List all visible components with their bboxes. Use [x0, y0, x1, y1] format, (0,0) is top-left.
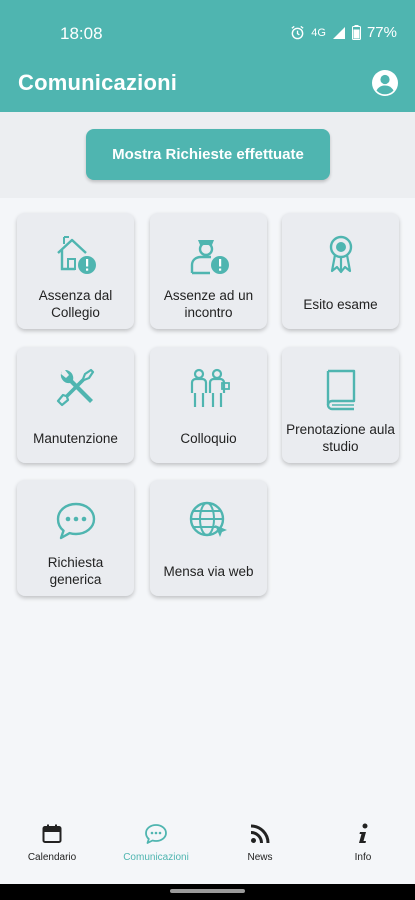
- requests-area: Mostra Richieste effettuate: [0, 112, 415, 198]
- tile-mensa-web[interactable]: Mensa via web: [150, 480, 267, 596]
- chat-bubble-icon: [56, 502, 96, 540]
- show-requests-button[interactable]: Mostra Richieste effettuate: [86, 129, 330, 180]
- nav-label: News: [247, 852, 273, 863]
- tile-label: Colloquio: [180, 430, 237, 446]
- tile-label: Mensa via web: [163, 563, 254, 579]
- award-ribbon-icon: [329, 235, 353, 274]
- tile-label: Prenotazione aula studio: [286, 422, 395, 454]
- nav-label: Info: [354, 852, 372, 863]
- alarm-icon: [291, 25, 304, 40]
- wrench-screwdriver-icon: [56, 368, 95, 407]
- battery-level: 77%: [366, 24, 397, 41]
- page-title: Comunicazioni: [18, 70, 178, 95]
- tile-label: Assenze ad un incontro: [163, 288, 254, 320]
- house-alert-icon: [57, 236, 96, 274]
- status-time: 18:08: [60, 24, 103, 43]
- meeting-people-icon: [190, 368, 230, 407]
- calendar-icon: [42, 824, 62, 843]
- nav-label: Calendario: [27, 852, 77, 863]
- tile-label: Esito esame: [303, 296, 378, 312]
- tile-label: Richiesta generica: [47, 555, 104, 587]
- tile-label: Manutenzione: [33, 430, 118, 446]
- bottom-navigation: Calendario Comunicazioni News Info: [0, 808, 415, 884]
- app-bar: Comunicazioni: [0, 66, 415, 112]
- tile-assenza-collegio[interactable]: Assenza dal Collegio: [17, 213, 134, 329]
- tile-richiesta-generica[interactable]: Richiesta generica: [17, 480, 134, 596]
- nav-item-news[interactable]: News: [208, 822, 312, 863]
- tile-assenze-incontro[interactable]: Assenze ad un incontro: [150, 213, 267, 329]
- status-bar: 18:08 4G 77%: [0, 0, 415, 66]
- rss-icon: [250, 824, 270, 844]
- book-icon: [326, 369, 356, 411]
- nav-item-calendario[interactable]: Calendario: [0, 822, 104, 863]
- account-icon[interactable]: [371, 69, 399, 97]
- gesture-handle[interactable]: [170, 889, 245, 893]
- nav-label: Comunicazioni: [123, 852, 189, 863]
- chat-icon: [145, 824, 167, 844]
- signal-icon: [332, 26, 345, 39]
- globe-cursor-icon: [189, 501, 227, 537]
- battery-icon: [351, 25, 361, 40]
- tile-esito-esame[interactable]: Esito esame: [282, 213, 399, 329]
- communications-grid: Assenza dal Collegio Assenze ad un incon…: [0, 198, 415, 808]
- tile-colloquio[interactable]: Colloquio: [150, 347, 267, 463]
- nav-item-info[interactable]: Info: [311, 822, 415, 863]
- gesture-bar: [0, 884, 415, 900]
- tile-prenotazione-aula[interactable]: Prenotazione aula studio: [282, 347, 399, 463]
- tile-label: Assenza dal Collegio: [38, 288, 113, 320]
- tile-manutenzione[interactable]: Manutenzione: [17, 347, 134, 463]
- nav-item-comunicazioni[interactable]: Comunicazioni: [104, 822, 208, 863]
- network-type: 4G: [311, 26, 326, 39]
- info-icon: [359, 823, 368, 843]
- person-alert-icon: [190, 240, 229, 275]
- status-icons: 4G 77%: [290, 24, 397, 41]
